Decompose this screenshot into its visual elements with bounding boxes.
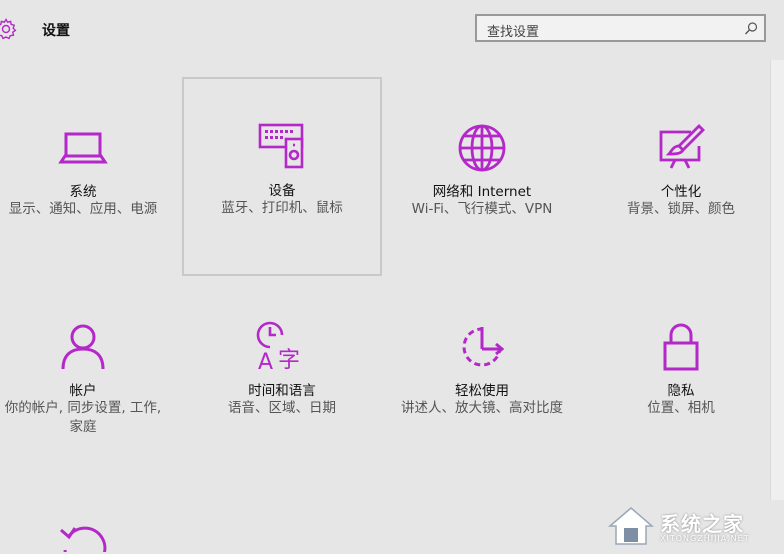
tile-personalization[interactable]: 个性化 背景、锁屏、颜色: [582, 78, 780, 276]
tile-description: 位置、相机: [647, 400, 715, 416]
devices-icon: [258, 123, 304, 169]
tile-privacy[interactable]: 隐私 位置、相机: [582, 277, 780, 475]
tile-description: 蓝牙、打印机、鼠标: [221, 200, 343, 216]
search-icon[interactable]: [742, 20, 760, 38]
search-field[interactable]: 查找设置: [475, 14, 766, 42]
tile-label: 设备: [268, 183, 296, 199]
watermark-url: XITONGZHIJIA.NET: [660, 534, 750, 543]
tile-ease-of-access[interactable]: 轻松使用 讲述人、放大镜、高对比度: [383, 277, 581, 475]
laptop-icon: [58, 132, 108, 164]
page-title: 设置: [42, 23, 70, 39]
tile-label: 网络和 Internet: [432, 184, 532, 200]
tile-description: 讲述人、放大镜、高对比度: [401, 400, 563, 416]
svg-text:A: A: [258, 350, 273, 373]
tile-description: 显示、通知、应用、电源: [8, 201, 158, 217]
tile-description: 背景、锁屏、颜色: [627, 201, 735, 217]
globe-icon: [458, 124, 506, 172]
gear-icon: [0, 18, 17, 40]
ease-of-access-icon: [462, 327, 505, 367]
tile-description: 语音、区域、日期: [228, 400, 336, 416]
paint-icon: [659, 124, 705, 169]
tile-label: 个性化: [660, 184, 702, 200]
tile-label: 系统: [69, 184, 97, 200]
tile-label: 隐私: [667, 383, 695, 399]
tile-label: 时间和语言: [248, 383, 316, 399]
tile-devices[interactable]: 设备 蓝牙、打印机、鼠标: [182, 77, 382, 276]
tile-label: 轻松使用: [455, 383, 509, 399]
tile-system[interactable]: 系统 显示、通知、应用、电源: [0, 78, 182, 276]
tile-network[interactable]: 网络和 Internet Wi-Fi、飞行模式、VPN: [383, 78, 581, 276]
person-icon: [61, 324, 105, 370]
time-language-icon: A 字: [256, 321, 300, 373]
header-bar: 设置 查找设置: [0, 0, 784, 60]
svg-text:字: 字: [278, 348, 300, 373]
watermark-name: 系统之家: [660, 512, 744, 536]
tile-time-language[interactable]: A 字 时间和语言 语音、区域、日期: [183, 277, 381, 475]
lock-icon: [663, 323, 699, 371]
tile-description: 你的帐户, 同步设置, 工作, 家庭: [4, 400, 162, 435]
tile-update-security[interactable]: [0, 476, 182, 554]
watermark: 系统之家 XITONGZHIJIA.NET: [602, 500, 782, 552]
house-logo-icon: [607, 507, 655, 545]
tile-label: 帐户: [69, 383, 97, 399]
update-icon: [60, 526, 107, 552]
search-input[interactable]: 查找设置: [487, 21, 539, 40]
tile-accounts[interactable]: 帐户 你的帐户, 同步设置, 工作, 家庭: [0, 277, 182, 475]
tile-description: Wi-Fi、飞行模式、VPN: [411, 201, 553, 217]
